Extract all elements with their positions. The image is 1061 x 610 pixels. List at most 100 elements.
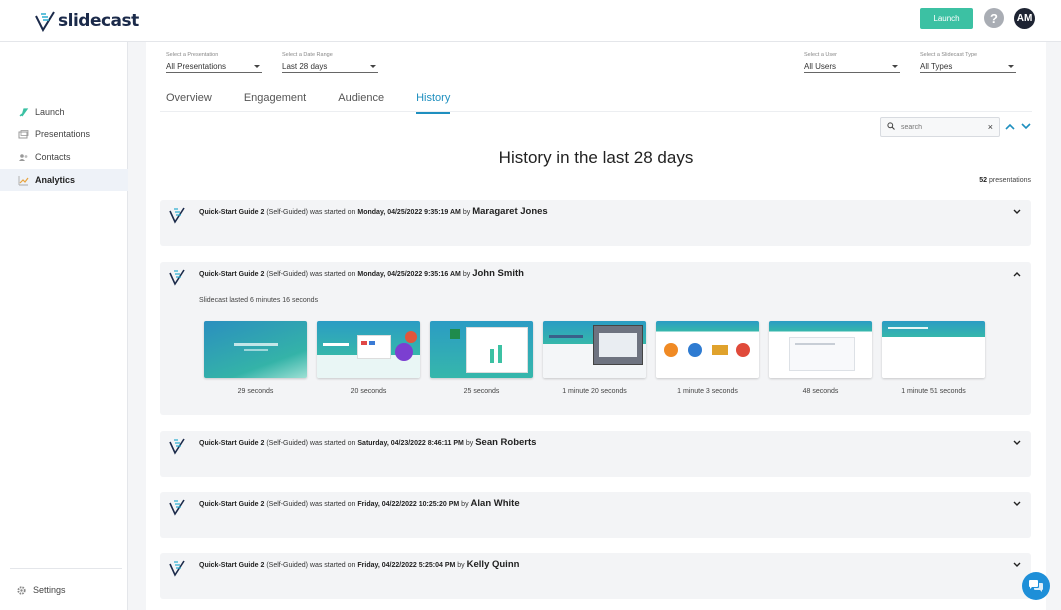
history-summary: Quick-Start Guide 2 (Self-Guided) was st… — [199, 268, 524, 279]
previous-result-button[interactable] — [1004, 120, 1016, 132]
launch-button[interactable]: Launch — [920, 8, 973, 29]
presentation-name: Quick-Start Guide 2 — [199, 271, 265, 278]
slide-duration: 1 minute 3 seconds — [677, 388, 738, 395]
history-summary: Quick-Start Guide 2 (Self-Guided) was st… — [199, 559, 519, 570]
contact-name: Kelly Quinn — [466, 559, 520, 570]
clear-search-icon[interactable]: × — [988, 122, 993, 132]
by-label: by — [462, 271, 471, 278]
rocket-icon — [18, 107, 29, 118]
presentation-name: Quick-Start Guide 2 — [199, 209, 265, 216]
top-bar: slidecast Launch ? AM — [0, 0, 1061, 42]
sidebar-item-label: Launch — [35, 107, 65, 117]
presentation-select[interactable]: Select a Presentation All Presentations — [166, 52, 262, 73]
history-summary: Quick-Start Guide 2 (Self-Guided) was st… — [199, 437, 536, 448]
sidebar-item-launch[interactable]: Launch — [0, 101, 128, 123]
slidecast-icon — [169, 207, 185, 224]
sidebar-item-contacts[interactable]: Contacts — [0, 146, 128, 168]
help-icon[interactable]: ? — [984, 8, 1004, 28]
chevron-down-icon[interactable] — [1013, 501, 1021, 507]
next-result-button[interactable] — [1020, 120, 1032, 132]
chevron-up-icon — [1005, 123, 1015, 130]
user-select[interactable]: Select a User All Users — [804, 52, 900, 73]
chevron-down-icon[interactable] — [1013, 209, 1021, 215]
by-label: by — [465, 440, 474, 447]
history-verb: was started on — [309, 562, 356, 569]
presentation-kind: (Self-Guided) — [266, 562, 308, 569]
presentation-count: 52 presentations — [979, 177, 1031, 184]
history-item[interactable]: Quick-Start Guide 2 (Self-Guided) was st… — [160, 492, 1031, 538]
history-summary: Quick-Start Guide 2 (Self-Guided) was st… — [199, 498, 520, 509]
sidebar-item-presentations[interactable]: Presentations — [0, 123, 128, 145]
filter-label: Select a Date Range — [282, 52, 333, 58]
presentation-kind: (Self-Guided) — [266, 440, 308, 447]
filter-label: Select a User — [804, 52, 838, 58]
contact-name: Sean Roberts — [475, 437, 537, 448]
history-verb: was started on — [309, 271, 356, 278]
slidecast-icon — [169, 438, 185, 455]
caret-down-icon — [254, 64, 260, 68]
search-input[interactable] — [901, 123, 979, 131]
by-label: by — [457, 562, 465, 569]
tab-audience[interactable]: Audience — [338, 92, 384, 112]
started-date: Friday, 04/22/2022 5:25:04 PM — [357, 562, 456, 569]
slidecast-icon — [169, 499, 185, 516]
slide-duration: 1 minute 51 seconds — [901, 388, 966, 395]
sidebar-item-analytics[interactable]: Analytics — [0, 169, 128, 191]
slide-thumbnail[interactable]: 1 minute 20 seconds — [543, 321, 646, 395]
search-icon — [887, 122, 895, 132]
chevron-down-icon — [1021, 122, 1031, 129]
sidebar-item-label: Analytics — [35, 175, 76, 185]
filter-value: All Presentations — [166, 61, 227, 71]
user-avatar[interactable]: AM — [1014, 8, 1035, 29]
contact-name: Alan White — [470, 498, 520, 509]
sidebar-divider — [10, 568, 122, 569]
slide-thumbnail[interactable]: 1 minute 3 seconds — [656, 321, 759, 395]
slide-thumbnail[interactable]: 25 seconds — [430, 321, 533, 395]
slide-image — [204, 321, 307, 378]
presentation-kind: (Self-Guided) — [266, 501, 308, 508]
caret-down-icon — [1008, 64, 1014, 68]
sidebar-item-settings[interactable]: Settings — [0, 579, 128, 601]
caret-down-icon — [370, 64, 376, 68]
history-item[interactable]: Quick-Start Guide 2 (Self-Guided) was st… — [160, 431, 1031, 477]
chevron-up-icon[interactable] — [1013, 271, 1021, 277]
slidecast-logo[interactable]: slidecast — [34, 8, 139, 34]
chevron-down-icon[interactable] — [1013, 440, 1021, 446]
chart-icon — [18, 175, 29, 186]
slide-duration: 1 minute 20 seconds — [562, 388, 627, 395]
date-range-select[interactable]: Select a Date Range Last 28 days — [282, 52, 378, 73]
tab-engagement[interactable]: Engagement — [244, 92, 306, 112]
presentation-name: Quick-Start Guide 2 — [199, 562, 265, 569]
presentation-kind: (Self-Guided) — [266, 271, 308, 278]
sidebar-item-label: Presentations — [35, 129, 91, 139]
tab-overview[interactable]: Overview — [166, 92, 212, 112]
slide-duration: 29 seconds — [237, 388, 274, 395]
tab-history[interactable]: History — [416, 92, 451, 114]
logo-text: slidecast — [58, 11, 139, 31]
sidebar-item-label: Contacts — [35, 152, 71, 162]
history-item[interactable]: Quick-Start Guide 2 (Self-Guided) was st… — [160, 553, 1031, 599]
contact-name: John Smith — [472, 268, 524, 279]
filter-value: All Types — [920, 61, 953, 71]
page-title: History in the last 28 days — [498, 148, 694, 167]
slidecast-icon — [169, 269, 185, 286]
slidecast-type-select[interactable]: Select a Slidecast Type All Types — [920, 52, 1016, 73]
settings-label: Settings — [33, 585, 66, 595]
history-verb: was started on — [309, 209, 356, 216]
chevron-down-icon[interactable] — [1013, 562, 1021, 568]
slide-image — [430, 321, 533, 378]
history-item[interactable]: Quick-Start Guide 2 (Self-Guided) was st… — [160, 200, 1031, 246]
chat-support-button[interactable] — [1022, 572, 1050, 600]
slide-thumbnail[interactable]: 29 seconds — [204, 321, 307, 395]
chat-bubbles-icon — [1029, 580, 1043, 592]
analytics-tabs: Overview Engagement Audience History — [166, 92, 482, 114]
count-number: 52 — [979, 177, 988, 184]
slide-thumbnail[interactable]: 20 seconds — [317, 321, 420, 395]
slide-thumbnail[interactable]: 48 seconds — [769, 321, 872, 395]
slide-image — [656, 321, 759, 378]
history-item-expanded[interactable]: Quick-Start Guide 2 (Self-Guided) was st… — [160, 262, 1031, 415]
started-date: Saturday, 04/23/2022 8:46:11 PM — [357, 440, 464, 447]
slide-thumbnail[interactable]: 1 minute 51 seconds — [882, 321, 985, 395]
contact-name: Maragaret Jones — [472, 206, 548, 217]
presentation-name: Quick-Start Guide 2 — [199, 440, 265, 447]
